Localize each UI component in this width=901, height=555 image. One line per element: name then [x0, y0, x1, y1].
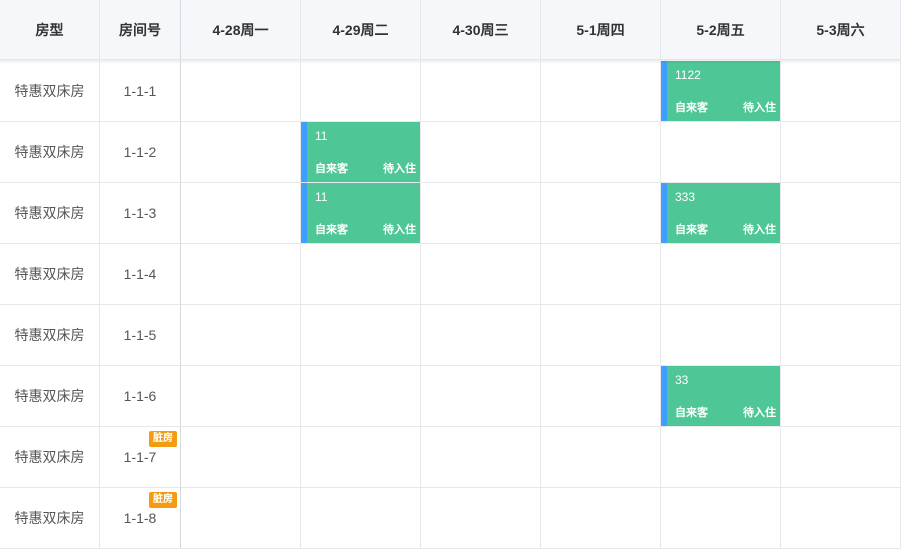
calendar-day-cell[interactable] — [541, 488, 661, 549]
room-type-cell: 特惠双床房 — [0, 305, 100, 366]
calendar-day-cell[interactable] — [541, 427, 661, 488]
header-date: 4-28周一 — [181, 0, 301, 60]
calendar-day-cell[interactable] — [541, 183, 661, 244]
header-date: 5-1周四 — [541, 0, 661, 60]
booking-block[interactable]: 11 自来客 待入住 — [301, 122, 420, 182]
calendar-day-cell[interactable] — [781, 305, 901, 366]
room-type-cell: 特惠双床房 — [0, 61, 100, 122]
room-type-cell: 特惠双床房 — [0, 122, 100, 183]
calendar-day-cell[interactable] — [421, 305, 541, 366]
booking-guest-name: 11 — [315, 190, 328, 204]
calendar-day-cell[interactable] — [421, 488, 541, 549]
room-number-cell: 1-1-2 — [100, 122, 181, 183]
room-number-cell: 1-1-1 — [100, 61, 181, 122]
dirty-room-badge: 脏房 — [149, 492, 177, 508]
room-type-cell: 特惠双床房 — [0, 427, 100, 488]
room-number: 1-1-2 — [123, 144, 157, 160]
calendar-day-cell[interactable] — [541, 366, 661, 427]
room-number: 1-1-5 — [123, 327, 157, 343]
calendar-day-cell[interactable] — [181, 61, 301, 122]
room-type-cell: 特惠双床房 — [0, 366, 100, 427]
calendar-day-cell[interactable] — [421, 244, 541, 305]
calendar-day-cell[interactable] — [781, 122, 901, 183]
booking-block[interactable]: 11 自来客 待入住 — [301, 183, 420, 243]
room-number: 1-1-4 — [123, 266, 157, 282]
booking-source: 自来客 — [675, 407, 708, 419]
calendar-day-cell[interactable] — [661, 305, 781, 366]
calendar-day-cell[interactable] — [181, 305, 301, 366]
room-number-cell: 1-1-3 — [100, 183, 181, 244]
booking-status: 待入住 — [383, 163, 416, 175]
header-room-type: 房型 — [0, 0, 100, 60]
calendar-day-cell[interactable] — [781, 244, 901, 305]
room-type-cell: 特惠双床房 — [0, 488, 100, 549]
room-number: 1-1-3 — [123, 205, 157, 221]
calendar-day-cell[interactable] — [661, 122, 781, 183]
room-number-cell: 1-1-5 — [100, 305, 181, 366]
booking-block[interactable]: 33 自来客 待入住 — [661, 366, 780, 426]
calendar-day-cell[interactable] — [301, 488, 421, 549]
room-number: 1-1-8 — [123, 510, 157, 526]
booking-block[interactable]: 333 自来客 待入住 — [661, 183, 780, 243]
room-number-cell: 1-1-4 — [100, 244, 181, 305]
calendar-day-cell[interactable] — [781, 427, 901, 488]
calendar-day-cell[interactable] — [181, 427, 301, 488]
room-type-cell: 特惠双床房 — [0, 244, 100, 305]
booking-status: 待入住 — [743, 407, 776, 419]
booking-block[interactable]: 1122 自来客 待入住 — [661, 61, 780, 121]
booking-guest-name: 11 — [315, 129, 328, 143]
room-number: 1-1-7 — [123, 449, 157, 465]
calendar-day-cell[interactable] — [301, 61, 421, 122]
calendar-day-cell[interactable] — [181, 488, 301, 549]
header-date: 5-3周六 — [781, 0, 901, 60]
room-number-cell: 1-1-7 脏房 — [100, 427, 181, 488]
calendar-day-cell[interactable] — [301, 244, 421, 305]
header-room-number: 房间号 — [100, 0, 181, 60]
header-date: 5-2周五 — [661, 0, 781, 60]
booking-source: 自来客 — [315, 163, 348, 175]
calendar-day-cell[interactable] — [421, 183, 541, 244]
calendar-day-cell[interactable] — [661, 488, 781, 549]
booking-status: 待入住 — [383, 224, 416, 236]
calendar-day-cell[interactable] — [781, 61, 901, 122]
dirty-room-badge: 脏房 — [149, 431, 177, 447]
calendar-day-cell[interactable] — [301, 427, 421, 488]
booking-status: 待入住 — [743, 224, 776, 236]
calendar-day-cell[interactable] — [181, 122, 301, 183]
booking-source: 自来客 — [675, 224, 708, 236]
booking-source: 自来客 — [315, 224, 348, 236]
room-number-cell: 1-1-8 脏房 — [100, 488, 181, 549]
calendar-day-cell[interactable] — [781, 488, 901, 549]
calendar-day-cell[interactable] — [541, 305, 661, 366]
calendar-day-cell[interactable] — [541, 122, 661, 183]
calendar-day-cell[interactable] — [181, 366, 301, 427]
booking-source: 自来客 — [675, 102, 708, 114]
calendar-day-cell[interactable] — [421, 427, 541, 488]
calendar-day-cell[interactable] — [181, 183, 301, 244]
booking-guest-name: 33 — [675, 373, 689, 387]
calendar-day-cell[interactable] — [781, 366, 901, 427]
calendar-day-cell[interactable] — [421, 122, 541, 183]
calendar-day-cell[interactable] — [781, 183, 901, 244]
booking-guest-name: 1122 — [675, 68, 701, 82]
calendar-day-cell[interactable] — [181, 244, 301, 305]
calendar-day-cell[interactable] — [301, 366, 421, 427]
calendar-day-cell[interactable] — [541, 244, 661, 305]
room-number: 1-1-6 — [123, 388, 157, 404]
room-number-cell: 1-1-6 — [100, 366, 181, 427]
calendar-day-cell[interactable] — [421, 61, 541, 122]
booking-guest-name: 333 — [675, 190, 696, 204]
calendar-day-cell[interactable] — [661, 427, 781, 488]
room-calendar-grid: 房型 房间号 4-28周一 4-29周二 4-30周三 5-1周四 5-2周五 5-3周六… — [0, 0, 901, 555]
room-type-cell: 特惠双床房 — [0, 183, 100, 244]
booking-status: 待入住 — [743, 102, 776, 114]
room-number: 1-1-1 — [123, 83, 157, 99]
calendar-day-cell[interactable] — [661, 244, 781, 305]
calendar-day-cell[interactable] — [301, 305, 421, 366]
header-date: 4-29周二 — [301, 0, 421, 60]
calendar-day-cell[interactable] — [541, 61, 661, 122]
calendar-day-cell[interactable] — [421, 366, 541, 427]
header-date: 4-30周三 — [421, 0, 541, 60]
